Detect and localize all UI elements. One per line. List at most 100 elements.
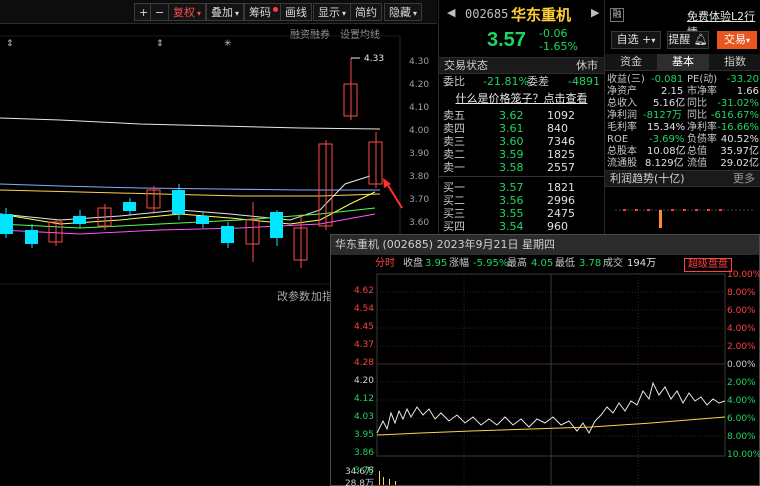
- zoom-out-button[interactable]: −: [150, 3, 170, 21]
- price-change: -0.06: [539, 27, 568, 40]
- chg-label: 涨幅: [449, 258, 469, 269]
- profile-button[interactable]: 简约: [350, 3, 382, 21]
- change-params-button[interactable]: 改参数: [277, 288, 310, 304]
- event-marker-icon: ✳: [224, 39, 232, 49]
- weibi-row: 委比 -21.81% 委差 -4891: [439, 74, 604, 89]
- intraday-popup[interactable]: 华东重机 (002685) 2023年9月21日 星期四 分时 收盘 3.95 …: [330, 234, 760, 486]
- left-price-tick: 3.95: [353, 430, 374, 440]
- overlay-button[interactable]: 叠加 ▾: [206, 3, 245, 21]
- fin-row: 流通股 8.129亿 流值 29.02亿: [607, 158, 759, 169]
- tab-basic[interactable]: 基本: [657, 54, 709, 71]
- trade-status-row: 交易状态 休市: [439, 57, 604, 74]
- right-pct-tick: 6.00%: [727, 306, 756, 316]
- chart-toolbar: + − 复权 ▾ 叠加 ▾ 筹码 画线 显示 ▾ 简约 隐藏 ▾: [0, 0, 437, 24]
- left-price-tick: 4.37: [353, 340, 374, 350]
- plus-icon: +: [642, 33, 652, 46]
- trade-button[interactable]: 交易▾: [717, 31, 757, 49]
- price-tick: 4.00: [409, 126, 430, 136]
- next-stock-icon[interactable]: ▶: [591, 6, 599, 19]
- stock-code: 002685: [465, 7, 509, 21]
- left-price-tick: 4.20: [353, 376, 374, 386]
- right-pct-tick: 8.00%: [727, 288, 756, 298]
- right-pct-tick: 8.00%: [727, 432, 756, 442]
- ask-row: 卖一 3.58 2557: [443, 161, 575, 174]
- weibi-value: -21.81%: [483, 75, 529, 88]
- display-label: 显示: [318, 6, 340, 19]
- price-tick: 4.20: [409, 80, 430, 90]
- price-tick: 4.10: [409, 103, 430, 113]
- left-price-tick: 4.45: [353, 322, 374, 332]
- price-change-pct: -1.65%: [539, 40, 578, 53]
- more-link[interactable]: 更多: [733, 171, 755, 186]
- right-pct-tick: 4.00%: [727, 324, 756, 334]
- watchlist-label: 自选: [616, 33, 639, 46]
- fin-row: 毛利率 15.34% 净利率 -16.66%: [607, 122, 759, 133]
- event-marker-icon: ⇕: [6, 39, 14, 49]
- remind-button[interactable]: 提醒 🔔︎: [667, 31, 709, 49]
- restore-button[interactable]: 复权 ▾: [168, 3, 207, 21]
- intraday-chart: [376, 273, 726, 486]
- event-marker-icon: ⇕: [156, 39, 164, 49]
- vol-value: 194万: [627, 258, 657, 269]
- chips-label: 筹码: [249, 6, 271, 19]
- right-pct-tick: 0.00%: [727, 360, 756, 370]
- weibi-label: 委比: [443, 75, 465, 88]
- chevron-down-icon: ▾: [413, 9, 418, 18]
- chevron-down-icon: ▾: [235, 9, 240, 18]
- vol-label: 成交: [603, 258, 623, 269]
- right-pct-tick: 6.00%: [727, 414, 756, 424]
- super-tape-button[interactable]: 超级盘盘: [684, 258, 732, 272]
- high-label: 最高: [507, 258, 527, 269]
- low-label: 最低: [555, 258, 575, 269]
- tab-index[interactable]: 指数: [709, 54, 760, 71]
- weicha-label: 委差: [527, 75, 549, 88]
- fin-row: 净利润 -8127万 同比 -616.67%: [607, 110, 759, 121]
- hide-button[interactable]: 隐藏 ▾: [384, 3, 423, 21]
- left-price-tick: 4.54: [353, 304, 374, 314]
- stock-header: ◀ 002685 华东重机 ▶: [439, 0, 604, 28]
- left-price-tick: 4.03: [353, 412, 374, 422]
- overlay-label: 叠加: [211, 6, 233, 19]
- chg-value: -5.95%: [473, 258, 509, 269]
- fin-row: ROE -3.69% 负债率 40.52%: [607, 134, 759, 145]
- profit-trend-chart: [615, 209, 755, 228]
- bell-icon: 🔔︎: [693, 33, 708, 46]
- profit-trend-title: 利润趋势(十亿): [610, 172, 685, 185]
- draw-line-button[interactable]: 画线: [280, 3, 312, 21]
- profit-trend-header: 利润趋势(十亿) 更多: [605, 170, 760, 187]
- fin-row: 净资产 2.15 市净率 1.66: [607, 86, 759, 97]
- right-pct-tick: 2.00%: [727, 342, 756, 352]
- chevron-down-icon: ▾: [342, 9, 347, 18]
- intraday-label: 分时: [375, 258, 395, 269]
- last-price: 3.57: [487, 29, 526, 51]
- watchlist-button[interactable]: 自选 +▾: [611, 31, 661, 49]
- price-tick: 3.80: [409, 172, 430, 182]
- low-value: 3.78: [579, 258, 602, 269]
- price-tick: 3.90: [409, 149, 430, 159]
- fin-row: 总收入 5.16亿 同比 -31.02%: [607, 98, 759, 109]
- chips-button[interactable]: 筹码: [244, 3, 283, 21]
- fin-row: 总股本 10.08亿 总值 35.97亿: [607, 146, 759, 157]
- trade-status-label: 交易状态: [444, 59, 488, 72]
- display-button[interactable]: 显示 ▾: [313, 3, 352, 21]
- remind-label: 提醒: [668, 33, 691, 46]
- stock-name: 华东重机: [511, 6, 572, 24]
- price-cage-link[interactable]: 什么是价格笼子？点击查看: [439, 90, 604, 106]
- close-value: 3.95: [425, 258, 448, 269]
- chevron-down-icon: ▾: [745, 36, 750, 45]
- price-tick: 4.30: [409, 57, 430, 67]
- tab-funds[interactable]: 资金: [605, 54, 657, 71]
- trade-status-value: 休市: [576, 59, 598, 72]
- fin-tabs: 资金 基本 指数: [605, 54, 760, 71]
- right-pct-tick: 2.00%: [727, 378, 756, 388]
- close-label: 收盘: [403, 258, 423, 269]
- popup-title: 华东重机 (002685) 2023年9月21日 星期四: [331, 235, 759, 255]
- book-divider: [439, 176, 604, 177]
- right-pct-tick: 4.00%: [727, 396, 756, 406]
- chevron-down-icon: ▾: [197, 9, 202, 18]
- weicha-value: -4891: [568, 75, 600, 88]
- prev-stock-icon[interactable]: ◀: [447, 6, 455, 19]
- left-price-tick: 4.62: [353, 286, 374, 296]
- high-price-label: 4.33: [364, 54, 385, 64]
- price-tick: 3.60: [409, 218, 430, 228]
